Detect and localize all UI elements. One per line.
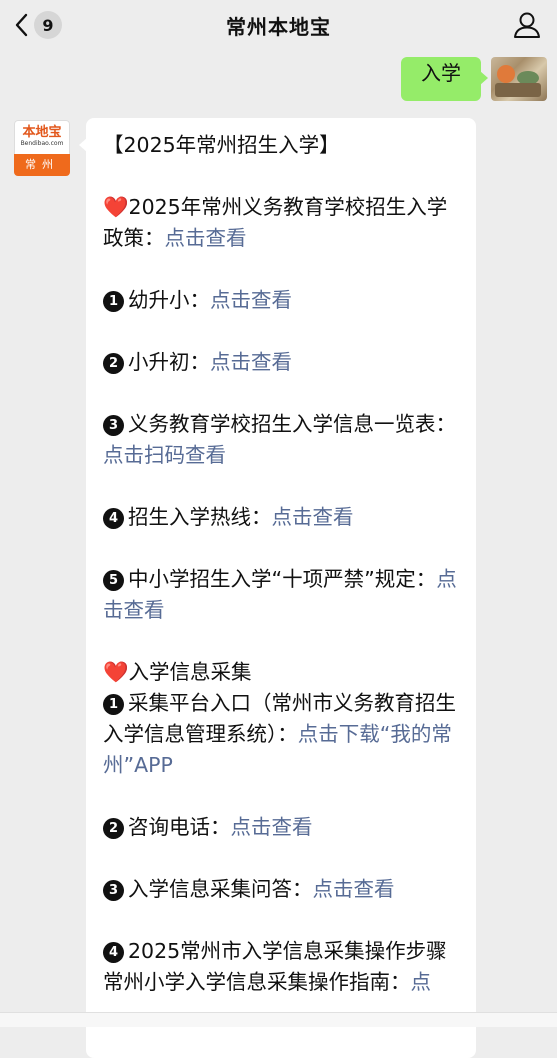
number-3-icon: 3 <box>103 415 124 436</box>
sent-message-row: 入学 <box>401 57 547 101</box>
item-2: 2 小升初：点击查看 <box>103 347 460 378</box>
item-3: 3 义务教育学校招生入学信息一览表：点击扫码查看 <box>103 412 456 467</box>
collect-item-2: 2 咨询电话：点击查看 <box>103 812 460 843</box>
avatar-logo-name: 本地宝 <box>22 125 62 140</box>
avatar-logo-city: 常州 <box>14 154 70 176</box>
item-1-link[interactable]: 点击查看 <box>210 288 292 312</box>
person-icon <box>514 12 540 38</box>
reply-message-bubble: 【2025年常州招生入学】 ❤️2025年常州义务教育学校招生入学政策：点击查看… <box>79 118 476 1058</box>
item-4: 4 招生入学热线：点击查看 <box>103 502 460 533</box>
account-avatar[interactable]: 本地宝 Bendibao.com 常州 <box>14 120 70 176</box>
number-2-icon: 2 <box>103 353 124 374</box>
item-3-link[interactable]: 点击扫码查看 <box>103 443 226 467</box>
number-5-icon: 5 <box>103 570 124 591</box>
collect-item-4: 4 2025常州市入学信息采集操作步骤 <box>103 936 460 967</box>
sent-message-text: 入学 <box>421 61 461 85</box>
item-4-link[interactable]: 点击查看 <box>272 505 354 529</box>
profile-button[interactable] <box>513 11 541 43</box>
policy-link[interactable]: 点击查看 <box>165 226 247 250</box>
guide-link[interactable]: 点 <box>411 970 432 994</box>
collect-phone-link[interactable]: 点击查看 <box>231 815 313 839</box>
collect-item-4-sub: 常州小学入学信息采集操作指南：点 <box>103 970 432 994</box>
sent-message-bubble[interactable]: 入学 <box>401 57 488 101</box>
policy-paragraph: ❤️2025年常州义务教育学校招生入学政策：点击查看 <box>103 195 448 250</box>
chat-title: 常州本地宝 <box>226 14 331 39</box>
item-1: 1 幼升小：点击查看 <box>103 285 460 316</box>
back-button[interactable]: 9 <box>14 11 62 39</box>
number-2-icon: 2 <box>103 818 124 839</box>
heart-icon: ❤️ <box>103 660 129 684</box>
collect-faq-link[interactable]: 点击查看 <box>313 877 395 901</box>
collect-item-1: 1 采集平台入口（常州市义务教育招生入学信息管理系统）：点击下载“我的常州”APP <box>103 691 456 777</box>
collect-item-3: 3 入学信息采集问答：点击查看 <box>103 874 460 905</box>
avatar-logo-site: Bendibao.com <box>20 140 64 147</box>
number-1-icon: 1 <box>103 694 124 715</box>
collect-title: ❤️入学信息采集 <box>103 660 252 684</box>
bottom-input-bar <box>0 1012 557 1027</box>
unread-count-badge: 9 <box>34 11 62 39</box>
number-4-icon: 4 <box>103 942 124 963</box>
top-bar: 9 常州本地宝 <box>0 0 557 50</box>
user-avatar[interactable] <box>491 57 547 101</box>
number-1-icon: 1 <box>103 291 124 312</box>
item-5: 5 中小学招生入学“十项严禁”规定：点击查看 <box>103 567 457 622</box>
number-4-icon: 4 <box>103 508 124 529</box>
message-headline: 【2025年常州招生入学】 <box>103 133 340 157</box>
number-3-icon: 3 <box>103 880 124 901</box>
item-2-link[interactable]: 点击查看 <box>210 350 292 374</box>
heart-icon: ❤️ <box>103 195 129 219</box>
chevron-left-icon <box>15 13 28 37</box>
